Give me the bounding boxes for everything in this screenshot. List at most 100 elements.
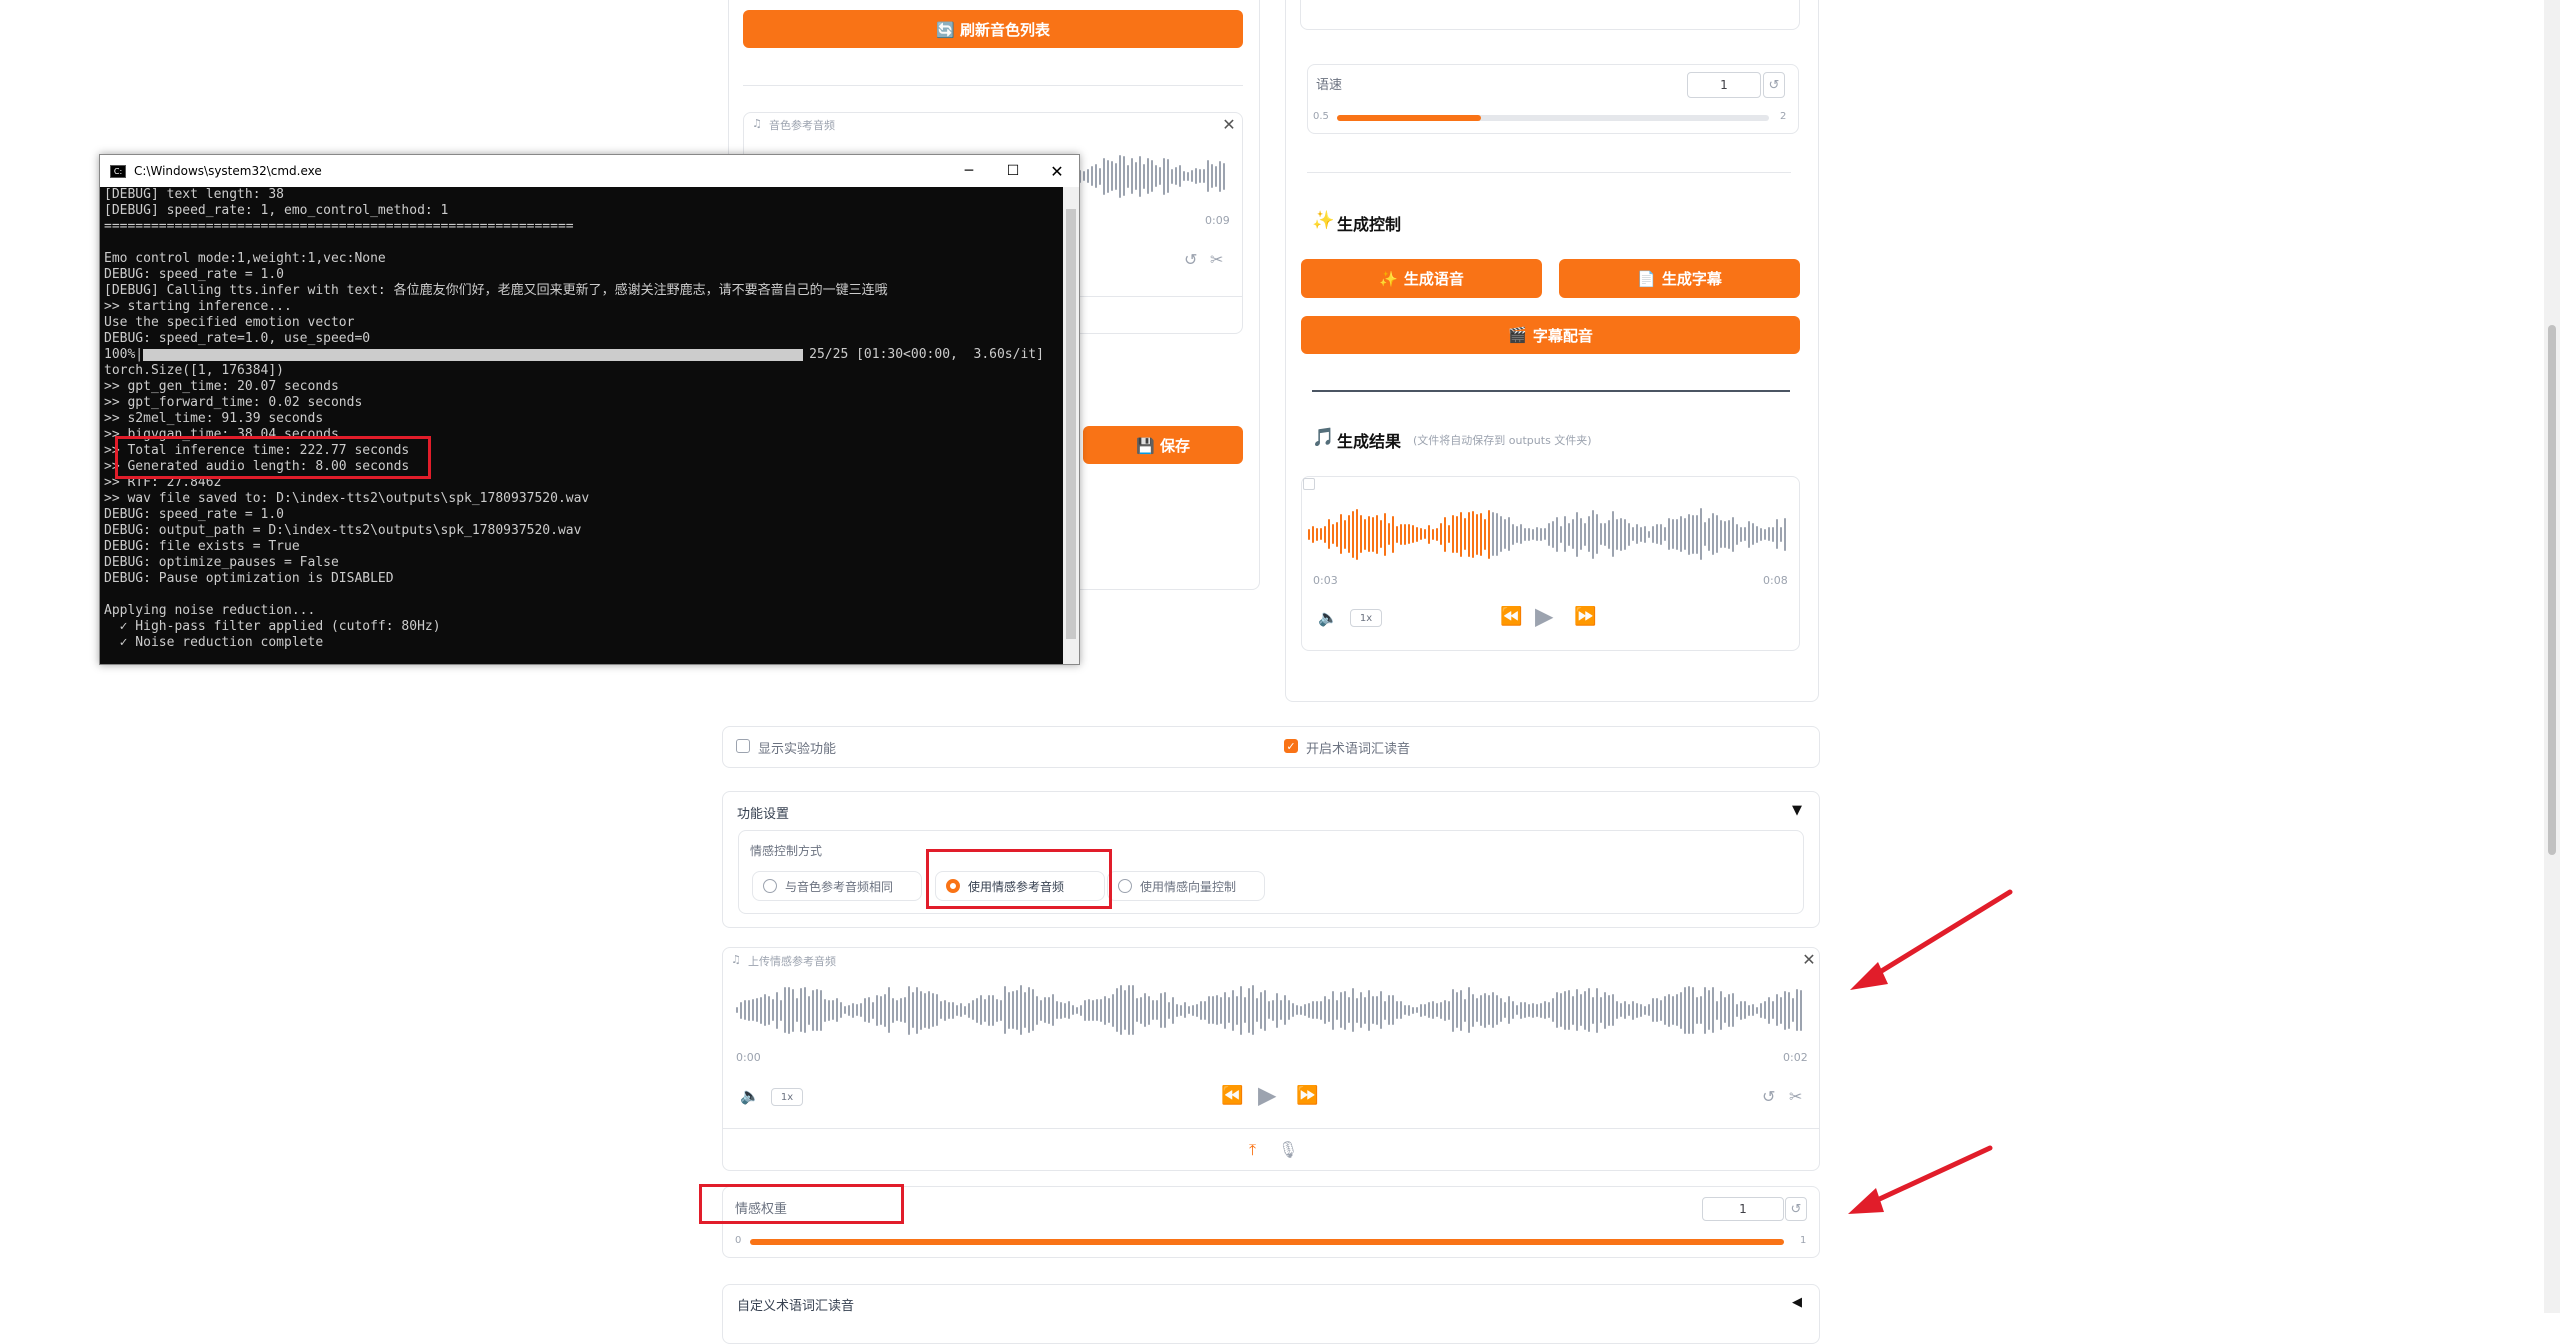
waveform-bar	[1484, 518, 1486, 550]
close-icon[interactable]: ✕	[1220, 115, 1238, 134]
waveform-bar	[1191, 170, 1193, 182]
console-line: DEBUG: speed_rate = 1.0	[104, 267, 285, 282]
emo-audio-waveform[interactable]	[736, 982, 1806, 1038]
drag-handle[interactable]	[1303, 478, 1315, 490]
waveform-bar	[1648, 530, 1650, 538]
waveform-bar	[948, 1001, 950, 1019]
emo-weight-slider-track[interactable]	[750, 1239, 1784, 1245]
speed-input[interactable]: 1	[1687, 72, 1761, 98]
emo-option-vector[interactable]: 使用情感向量控制	[1107, 871, 1265, 901]
maximize-icon[interactable]: ☐	[991, 163, 1035, 179]
volume-icon[interactable]: 🔈	[740, 1086, 760, 1105]
waveform-bar	[836, 998, 838, 1022]
waveform-bar	[1384, 1000, 1386, 1020]
rewind-icon[interactable]: ⏪	[1500, 606, 1522, 627]
waveform-bar	[1452, 988, 1454, 1032]
close-icon[interactable]: ✕	[1800, 950, 1818, 969]
waveform-bar	[1644, 525, 1646, 543]
waveform-bar	[1496, 512, 1498, 556]
waveform-bar	[824, 998, 826, 1022]
close-window-icon[interactable]: ✕	[1035, 162, 1079, 181]
waveform-bar	[912, 992, 914, 1028]
waveform-bar	[1256, 998, 1258, 1022]
minimize-icon[interactable]: ─	[947, 163, 991, 179]
rewind-icon[interactable]: ⏪	[1221, 1085, 1243, 1106]
waveform-bar	[1672, 519, 1674, 549]
divider	[743, 85, 1243, 86]
generate-subtitle-button[interactable]: 📄 生成字幕	[1559, 259, 1800, 298]
scissors-icon[interactable]: ✂	[1789, 1087, 1802, 1106]
reset-icon[interactable]: ↺	[1184, 250, 1197, 269]
console-titlebar[interactable]: C: C:\Windows\system32\cmd.exe ─ ☐ ✕	[100, 155, 1079, 187]
scrollbar-thumb[interactable]	[2548, 325, 2556, 855]
waveform-bar	[1400, 523, 1402, 545]
term-reading-checkbox[interactable]: ✓	[1284, 739, 1298, 753]
waveform-bar	[1167, 159, 1169, 193]
forward-icon[interactable]: ⏩	[1574, 606, 1596, 627]
waveform-bar	[1428, 1002, 1430, 1018]
scissors-icon[interactable]: ✂	[1210, 250, 1223, 269]
radio-vector[interactable]	[1118, 879, 1132, 893]
result-speed-button[interactable]: 1x	[1350, 609, 1382, 627]
waveform-bar	[1124, 990, 1126, 1030]
console-window[interactable]: C: C:\Windows\system32\cmd.exe ─ ☐ ✕ [DE…	[99, 154, 1080, 665]
waveform-bar	[1600, 997, 1602, 1023]
ref-audio-waveform[interactable]	[1075, 148, 1230, 204]
experimental-checkbox[interactable]	[736, 739, 750, 753]
emo-weight-input[interactable]: 1	[1702, 1197, 1784, 1221]
play-icon[interactable]: ▶	[1535, 602, 1553, 630]
radio-same[interactable]	[763, 879, 777, 893]
waveform-bar	[1388, 523, 1390, 545]
play-icon[interactable]: ▶	[1258, 1081, 1276, 1109]
waveform-bar	[1724, 520, 1726, 548]
waveform-bar	[1115, 162, 1117, 190]
waveform-bar	[1144, 993, 1146, 1027]
emo-speed-button[interactable]: 1x	[771, 1088, 803, 1106]
refresh-voices-button[interactable]: 🔄 刷新音色列表	[743, 10, 1243, 48]
waveform-bar	[1384, 512, 1386, 556]
waveform-bar	[1068, 1001, 1070, 1019]
music-note-icon: 🎵	[1312, 427, 1335, 448]
result-waveform[interactable]	[1308, 505, 1788, 563]
microphone-icon[interactable]: 🎙	[1278, 1140, 1298, 1159]
page-scrollbar[interactable]	[2544, 0, 2560, 1313]
waveform-bar	[816, 989, 818, 1031]
reset-speed-icon[interactable]: ↺	[1763, 72, 1785, 98]
speed-slider-track[interactable]	[1337, 115, 1769, 121]
subtitle-dub-label: 字幕配音	[1532, 326, 1593, 345]
waveform-bar	[1147, 158, 1149, 194]
waveform-bar	[1136, 998, 1138, 1022]
save-button[interactable]: 💾 保存	[1083, 426, 1243, 464]
waveform-bar	[1524, 527, 1526, 541]
result-note: (文件将自动保存到 outputs 文件夹)	[1413, 434, 1592, 447]
waveform-bar	[1732, 516, 1734, 552]
generate-speech-button[interactable]: ✨ 生成语音	[1301, 259, 1542, 298]
waveform-bar	[916, 986, 918, 1034]
waveform-bar	[980, 995, 982, 1025]
waveform-bar	[744, 1000, 746, 1020]
waveform-bar	[1580, 518, 1582, 550]
waveform-bar	[820, 989, 822, 1031]
waveform-bar	[1520, 1001, 1522, 1019]
console-scrollbar[interactable]	[1063, 187, 1079, 664]
console-line: Emo control mode:1,weight:1,vec:None	[104, 251, 386, 266]
collapse-triangle-icon[interactable]: ▼	[1792, 803, 1802, 818]
expand-triangle-icon[interactable]: ◀	[1792, 1295, 1802, 1310]
waveform-bar	[1668, 518, 1670, 550]
custom-terms-title[interactable]: 自定义术语词汇读音	[737, 1295, 854, 1314]
volume-icon[interactable]: 🔈	[1318, 608, 1338, 627]
upload-icon[interactable]: ⤒	[1249, 1140, 1256, 1160]
waveform-bar	[1740, 526, 1742, 542]
console-scroll-thumb[interactable]	[1066, 209, 1076, 639]
forward-icon[interactable]: ⏩	[1296, 1085, 1318, 1106]
subtitle-dub-button[interactable]: 🎬 字幕配音	[1301, 316, 1800, 354]
waveform-bar	[1476, 998, 1478, 1022]
reset-icon[interactable]: ↺	[1762, 1087, 1775, 1106]
waveform-bar	[1552, 998, 1554, 1022]
waveform-bar	[1176, 1003, 1178, 1017]
emo-option-same[interactable]: 与音色参考音频相同	[752, 871, 922, 901]
reset-weight-icon[interactable]: ↺	[1785, 1197, 1807, 1221]
waveform-bar	[1224, 991, 1226, 1029]
waveform-bar	[1648, 1004, 1650, 1016]
feature-settings-title[interactable]: 功能设置	[737, 803, 789, 822]
